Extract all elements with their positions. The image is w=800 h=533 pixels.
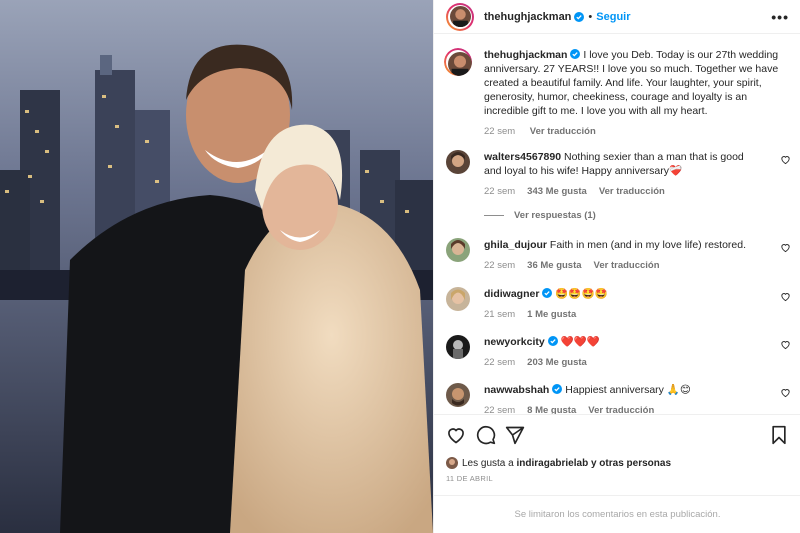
- comment-likes[interactable]: 8 Me gusta: [527, 405, 576, 414]
- post-header: thehughjackman • Seguir •••: [434, 0, 800, 34]
- comment-time[interactable]: 21 sem: [484, 309, 515, 320]
- follow-button[interactable]: Seguir: [596, 11, 630, 23]
- commenter-username[interactable]: nawwabshah: [484, 384, 549, 396]
- commenter-username[interactable]: newyorkcity: [484, 336, 545, 348]
- commenter-avatar[interactable]: [446, 150, 470, 174]
- author-username[interactable]: thehughjackman: [484, 11, 571, 23]
- comment-item: newyorkcity ❤️❤️❤️ 22 sem 203 Me gusta: [446, 335, 791, 368]
- author-avatar[interactable]: [446, 2, 474, 31]
- verified-badge-icon: [542, 288, 553, 298]
- commenter-username[interactable]: ghila_dujour: [484, 239, 547, 251]
- comment-item: walters4567890 Nothing sexier than a man…: [446, 150, 791, 197]
- caption: thehughjackman I love you Deb. Today is …: [444, 48, 791, 137]
- translate-link[interactable]: Ver traducción: [594, 260, 660, 271]
- comment-item: didiwagner 🤩🤩🤩🤩 21 sem 1 Me gusta: [446, 287, 791, 320]
- comment-time[interactable]: 22 sem: [484, 357, 515, 368]
- heart-icon[interactable]: [780, 291, 791, 302]
- liker-avatar: [446, 457, 458, 469]
- comment-text: Faith in men (and in my love life) resto…: [549, 239, 747, 251]
- share-icon[interactable]: [505, 425, 525, 445]
- header-separator: •: [588, 10, 593, 23]
- comment-time[interactable]: 22 sem: [484, 186, 515, 197]
- comments-limited-notice: Se limitaron los comentarios en esta pub…: [434, 495, 800, 533]
- post-photo[interactable]: [0, 0, 433, 533]
- caption-username[interactable]: thehughjackman: [484, 49, 567, 61]
- comment-time[interactable]: 22 sem: [484, 405, 515, 414]
- heart-icon[interactable]: [780, 242, 791, 253]
- comment-item: ghila_dujour Faith in men (and in my lov…: [446, 238, 791, 271]
- comment-likes[interactable]: 1 Me gusta: [527, 309, 576, 320]
- commenter-avatar[interactable]: [446, 287, 470, 311]
- view-replies-label: Ver respuestas (1): [514, 210, 596, 221]
- commenter-avatar[interactable]: [446, 383, 470, 407]
- comment-emoji: ❤️‍🩹: [669, 165, 683, 177]
- verified-badge-icon: [574, 11, 585, 22]
- translate-link[interactable]: Ver traducción: [599, 186, 665, 197]
- comment-likes[interactable]: 343 Me gusta: [527, 186, 587, 197]
- view-replies-button[interactable]: Ver respuestas (1): [484, 210, 596, 221]
- likes-prefix: Les gusta a: [462, 457, 514, 469]
- heart-icon[interactable]: [780, 154, 791, 165]
- comment-text: Happiest anniversary 🙏😊: [565, 384, 691, 396]
- likes-suffix[interactable]: y otras personas: [591, 458, 671, 469]
- post-image: [0, 0, 433, 533]
- comment-icon[interactable]: [476, 425, 496, 445]
- caption-time[interactable]: 22 sem: [484, 126, 515, 137]
- heart-icon[interactable]: [780, 339, 791, 350]
- verified-badge-icon: [552, 384, 563, 394]
- bookmark-icon[interactable]: [769, 425, 789, 445]
- liker-username[interactable]: indiragabrielab: [517, 458, 589, 469]
- comment-likes[interactable]: 36 Me gusta: [527, 260, 581, 271]
- comment-text: ❤️❤️❤️: [560, 336, 600, 348]
- post-actions-bar: [434, 414, 800, 456]
- likes-summary[interactable]: Les gusta a indiragabrielab y otras pers…: [446, 457, 671, 469]
- verified-badge-icon: [570, 49, 581, 59]
- verified-badge-icon: [547, 336, 558, 346]
- post-date[interactable]: 11 DE ABRIL: [446, 474, 493, 483]
- heart-icon[interactable]: [446, 425, 466, 445]
- more-options-icon[interactable]: •••: [771, 9, 789, 25]
- comment-time[interactable]: 22 sem: [484, 260, 515, 271]
- post-side-panel: thehughjackman • Seguir ••• thehughjackm…: [433, 0, 800, 533]
- commenter-avatar[interactable]: [446, 238, 470, 262]
- comment-likes[interactable]: 203 Me gusta: [527, 357, 587, 368]
- heart-icon[interactable]: [780, 387, 791, 398]
- commenter-username[interactable]: didiwagner: [484, 288, 539, 300]
- translate-link[interactable]: Ver traducción: [530, 126, 596, 137]
- commenter-avatar[interactable]: [446, 335, 470, 359]
- comment-item: nawwabshah Happiest anniversary 🙏😊 22 se…: [446, 383, 791, 414]
- caption-avatar[interactable]: [444, 48, 472, 76]
- comment-text: 🤩🤩🤩🤩: [555, 288, 608, 300]
- translate-link[interactable]: Ver traducción: [588, 405, 654, 414]
- comments-list[interactable]: thehughjackman I love you Deb. Today is …: [434, 44, 800, 414]
- commenter-username[interactable]: walters4567890: [484, 151, 561, 163]
